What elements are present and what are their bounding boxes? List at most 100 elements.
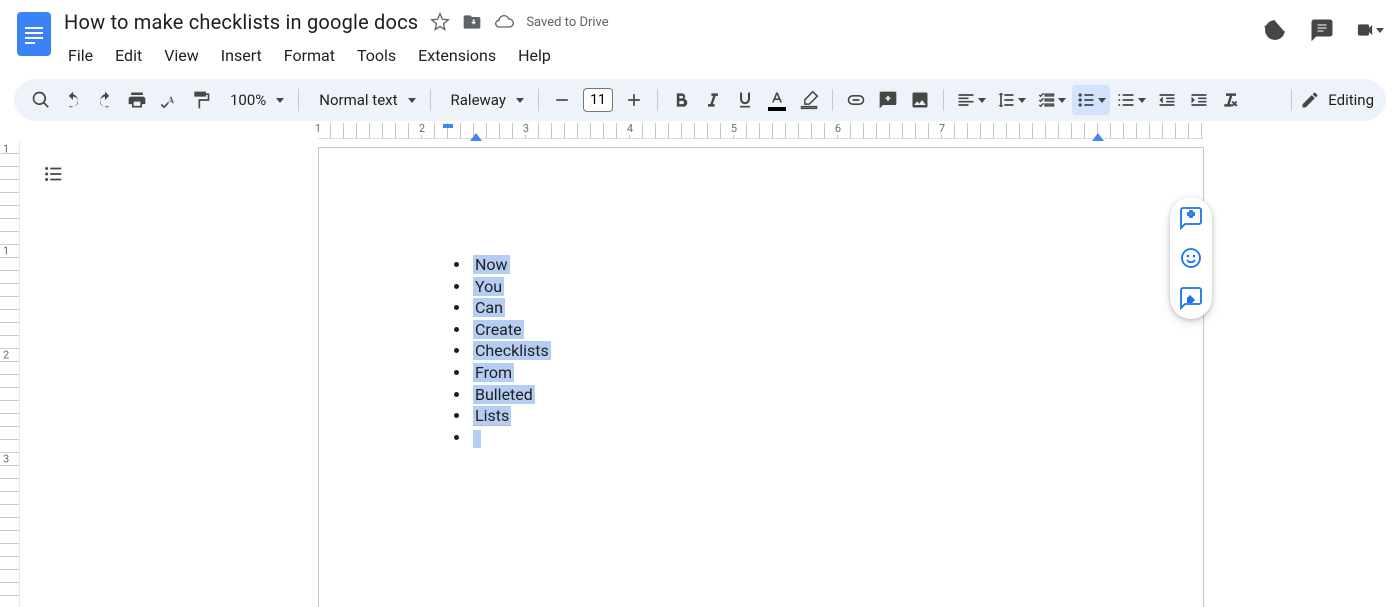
meet-icon[interactable] — [1356, 16, 1384, 44]
document-page[interactable]: Now You Can Create Checklists From Bulleted Lis… — [318, 147, 1204, 607]
highlight-icon[interactable] — [794, 85, 824, 115]
numbered-list-icon[interactable] — [1112, 85, 1150, 115]
toolbar-separator — [832, 89, 833, 111]
ruler-number: 6 — [833, 122, 843, 135]
list-item[interactable]: Lists — [471, 405, 551, 427]
bulleted-list[interactable]: Now You Can Create Checklists From Bulleted Lis… — [447, 254, 551, 448]
suggest-edits-icon[interactable] — [1178, 285, 1204, 311]
ruler-number: 1 — [3, 245, 9, 258]
font-value: Raleway — [445, 91, 512, 109]
list-item[interactable]: You — [471, 276, 551, 298]
list-item[interactable]: Checklists — [471, 340, 551, 362]
list-item[interactable]: Can — [471, 297, 551, 319]
list-item-text[interactable] — [473, 430, 481, 448]
clear-formatting-icon[interactable] — [1216, 85, 1246, 115]
checklist-icon[interactable] — [1032, 85, 1070, 115]
ruler-zone: 1234567 — [0, 123, 1400, 141]
ruler-number: 5 — [729, 122, 739, 135]
search-icon[interactable] — [26, 85, 56, 115]
side-action-toolbar — [1170, 197, 1212, 319]
font-dropdown[interactable]: Raleway — [439, 91, 530, 109]
insert-image-icon[interactable] — [905, 85, 935, 115]
document-outline-icon[interactable] — [42, 163, 66, 187]
underline-icon[interactable] — [730, 85, 760, 115]
horizontal-ruler[interactable]: 1234567 — [318, 123, 1204, 139]
ruler-number: 1 — [3, 143, 9, 156]
left-indent-marker[interactable] — [470, 133, 482, 141]
cloud-icon[interactable] — [494, 12, 514, 32]
header-bar: How to make checklists in google docs Sa… — [0, 0, 1400, 71]
menu-extensions[interactable]: Extensions — [408, 40, 506, 71]
list-item-text[interactable]: Can — [473, 298, 505, 317]
editing-mode-button[interactable]: Editing — [1300, 90, 1374, 110]
toolbar: 100% Normal text Raleway 11 Editing — [14, 79, 1386, 121]
font-size-input[interactable]: 11 — [583, 88, 613, 112]
history-icon[interactable] — [1260, 16, 1288, 44]
paragraph-style-dropdown[interactable]: Normal text — [307, 91, 421, 109]
toolbar-separator — [538, 89, 539, 111]
bold-icon[interactable] — [666, 85, 696, 115]
list-item[interactable] — [471, 427, 551, 449]
text-color-icon[interactable] — [762, 85, 792, 115]
add-comment-side-icon[interactable] — [1178, 205, 1204, 231]
vertical-ruler[interactable]: 1123 — [0, 141, 20, 607]
add-comment-icon[interactable] — [873, 85, 903, 115]
menu-format[interactable]: Format — [274, 40, 345, 71]
paint-format-icon[interactable] — [186, 85, 216, 115]
title-area: How to make checklists in google docs Sa… — [64, 8, 1250, 71]
toolbar-separator — [657, 89, 658, 111]
menu-tools[interactable]: Tools — [347, 40, 406, 71]
toolbar-separator — [298, 89, 299, 111]
align-icon[interactable] — [952, 85, 990, 115]
list-item[interactable]: Bulleted — [471, 384, 551, 406]
saved-status: Saved to Drive — [526, 15, 608, 30]
move-icon[interactable] — [462, 12, 482, 32]
editing-mode-label: Editing — [1328, 91, 1374, 109]
list-item-text[interactable]: From — [473, 363, 514, 382]
comments-icon[interactable] — [1308, 16, 1336, 44]
first-line-indent-marker[interactable] — [443, 124, 453, 128]
decrease-font-icon[interactable] — [547, 85, 577, 115]
emoji-reaction-icon[interactable] — [1178, 245, 1204, 271]
list-item-text[interactable]: Lists — [473, 406, 511, 426]
toolbar-separator — [430, 89, 431, 111]
decrease-indent-icon[interactable] — [1152, 85, 1182, 115]
right-indent-marker[interactable] — [1092, 133, 1104, 141]
zoom-value: 100% — [224, 91, 272, 109]
list-item-text[interactable]: Bulleted — [473, 385, 535, 404]
italic-icon[interactable] — [698, 85, 728, 115]
increase-font-icon[interactable] — [619, 85, 649, 115]
menu-edit[interactable]: Edit — [105, 40, 152, 71]
menu-view[interactable]: View — [154, 40, 209, 71]
list-item-text[interactable]: Create — [473, 320, 524, 339]
list-item[interactable]: From — [471, 362, 551, 384]
undo-icon[interactable] — [58, 85, 88, 115]
line-spacing-icon[interactable] — [992, 85, 1030, 115]
list-item-text[interactable]: Checklists — [473, 341, 551, 360]
header-right — [1260, 8, 1386, 44]
list-item-text[interactable]: You — [473, 277, 504, 296]
document-title[interactable]: How to make checklists in google docs — [64, 10, 418, 34]
link-icon[interactable] — [841, 85, 871, 115]
menu-help[interactable]: Help — [508, 40, 561, 71]
ruler-number: 3 — [521, 122, 531, 135]
ruler-number: 2 — [417, 122, 427, 135]
menu-insert[interactable]: Insert — [211, 40, 272, 71]
menu-file[interactable]: File — [58, 40, 103, 71]
bulleted-list-icon[interactable] — [1072, 85, 1110, 115]
caret-icon — [516, 98, 524, 103]
list-item[interactable]: Create — [471, 319, 551, 341]
workspace: 1123 NowYouCanCreateChecklistsFromBullet… — [0, 141, 1400, 607]
ruler-number: 3 — [3, 453, 9, 466]
list-item-text[interactable]: Now — [473, 255, 510, 274]
redo-icon[interactable] — [90, 85, 120, 115]
print-icon[interactable] — [122, 85, 152, 115]
increase-indent-icon[interactable] — [1184, 85, 1214, 115]
spellcheck-icon[interactable] — [154, 85, 184, 115]
toolbar-separator — [943, 89, 944, 111]
list-item[interactable]: Now — [471, 254, 551, 276]
ruler-number: 1 — [313, 122, 323, 135]
zoom-dropdown[interactable]: 100% — [218, 91, 290, 109]
docs-logo[interactable] — [14, 8, 54, 60]
star-icon[interactable] — [430, 12, 450, 32]
